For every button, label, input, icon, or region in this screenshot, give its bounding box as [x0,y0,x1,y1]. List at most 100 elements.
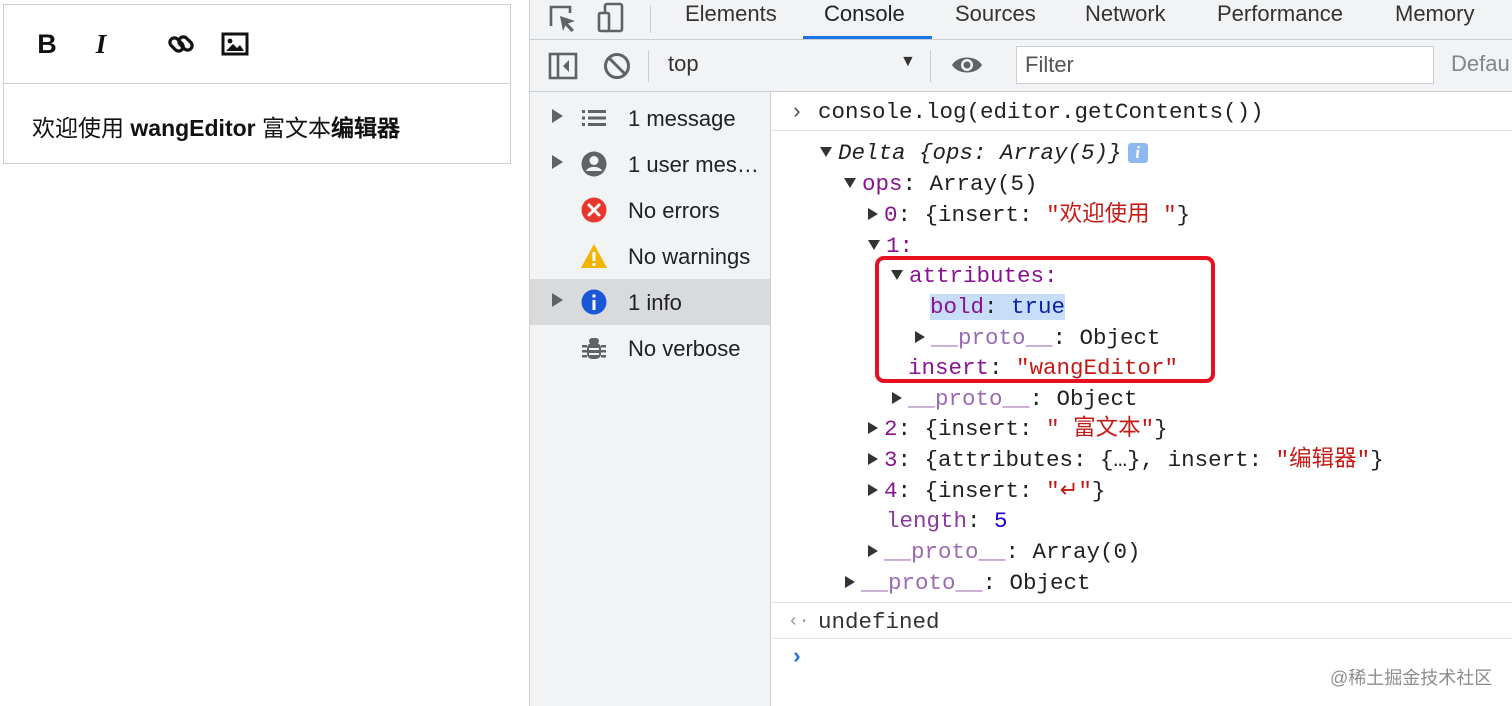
info-icon [581,289,607,315]
sidebar-toggle-icon [548,52,578,80]
expand-triangle-icon[interactable] [892,392,902,404]
inspect-element-button[interactable] [548,4,578,39]
sidebar-item-label: 1 message [628,106,736,131]
error-icon [581,197,607,223]
delta-preview: {ops: Array(5)} [919,140,1122,166]
sidebar-item-messages[interactable]: 1 message [530,95,770,141]
watermark-text: @稀土掘金技术社区 [1330,668,1493,688]
sidebar-item-label: 1 info [628,290,682,315]
op-close: } [1176,202,1191,228]
length-row[interactable]: length: 5 [886,508,1008,534]
console-toolbar: top ▼ Defau [530,40,1512,92]
list-icon [582,110,606,126]
proto-row[interactable]: __proto__: Object [892,386,1138,412]
op-string: " 富文本" [1046,416,1155,442]
bold-button[interactable]: B [30,27,64,61]
warning-icon [581,244,607,268]
expand-caret-icon[interactable] [552,293,563,307]
link-icon [168,35,194,53]
inspect-cursor-icon [549,5,575,32]
context-selector[interactable]: top [668,51,699,77]
tab-elements[interactable]: Elements [685,0,777,40]
tab-memory[interactable]: Memory [1395,0,1474,40]
expand-caret-icon[interactable] [552,109,563,123]
expand-triangle-icon[interactable] [868,484,878,496]
op-row-3[interactable]: 3: {attributes: {…}, insert: "编辑器"} [868,447,1384,473]
content-text-2: 富文本 [255,115,332,141]
length-value: 5 [994,508,1008,534]
expand-triangle-icon[interactable] [868,422,878,434]
content-text-bold-1: wangEditor [130,115,256,141]
console-output: › console.log(editor.getContents()) Delt… [772,92,1512,706]
return-value-icon: ‹· [788,612,810,632]
op-string: "欢迎使用 " [1046,202,1177,228]
devtools-panel: Elements Console Sources Network Perform… [529,0,1512,706]
result-value: undefined [818,609,940,635]
expand-triangle-icon[interactable] [868,208,878,220]
tab-separator [650,5,651,33]
sidebar-item-warnings[interactable]: No warnings [530,233,770,279]
proto-value: Object [1009,570,1091,596]
expand-caret-icon[interactable] [552,155,563,169]
sidebar-item-user-messages[interactable]: 1 user mes… [530,141,770,187]
op-row-0[interactable]: 0: {insert: "欢迎使用 "} [868,202,1190,228]
ops-row[interactable]: ops: Array(5) [844,171,1038,197]
op-row-4[interactable]: 4: {insert: "↵"} [868,478,1105,504]
active-tab-indicator [803,36,932,39]
proto-array-row[interactable]: __proto__: Array(0) [868,539,1141,565]
proto-value: Array(0) [1032,539,1141,565]
info-badge-icon[interactable]: i [1127,143,1148,163]
italic-button[interactable]: I [84,27,118,61]
bold-label: B [37,28,57,59]
clear-console-button[interactable] [602,51,632,86]
image-button[interactable] [218,27,252,61]
delta-object-row[interactable]: Delta {ops: Array(5)} i [820,140,1148,166]
collapse-triangle-icon[interactable] [844,178,856,188]
op-preview: {insert: [924,478,1047,504]
editor-toolbar: B I [4,5,510,84]
sidebar-item-verbose[interactable]: No verbose [530,325,770,371]
expand-triangle-icon[interactable] [868,545,878,557]
op-index: 3 [884,447,898,473]
collapse-triangle-icon[interactable] [820,147,832,157]
toolbar-separator [930,50,931,82]
op-row-2[interactable]: 2: {insert: " 富文本"} [868,416,1168,442]
tab-sources[interactable]: Sources [955,0,1036,40]
console-prompt-icon[interactable]: › [790,644,804,670]
device-toolbar-button[interactable] [596,2,626,39]
live-expression-button[interactable] [950,52,984,83]
op-preview: {insert: [924,202,1047,228]
delta-class-name: Delta [838,140,906,166]
content-text-bold-2: 编辑器 [331,115,401,141]
tab-performance[interactable]: Performance [1217,0,1343,40]
dropdown-arrow-icon[interactable]: ▼ [900,53,916,71]
proto-value: Object [1056,386,1138,412]
proto-object-row[interactable]: __proto__: Object [845,570,1091,596]
expand-triangle-icon[interactable] [868,453,878,465]
console-sidebar: 1 message 1 user mes… No errors No warni… [530,92,771,706]
italic-label: I [95,28,107,59]
input-prompt-icon: › [790,99,804,125]
link-button[interactable] [164,27,198,61]
filter-input[interactable] [1016,46,1434,84]
proto-key: __proto__ [884,539,1006,565]
highlight-annotation-box [875,256,1215,383]
expand-triangle-icon[interactable] [845,576,855,588]
row-divider [772,638,1512,639]
op-preview: {attributes: {…}, insert: [924,447,1276,473]
op-close: } [1154,416,1168,442]
show-sidebar-button[interactable] [548,52,578,85]
sidebar-item-errors[interactable]: No errors [530,187,770,233]
editor-content[interactable]: 欢迎使用 wangEditor 富文本编辑器 [32,109,400,143]
op-string: "编辑器" [1275,447,1371,473]
proto-key: __proto__ [908,386,1030,412]
bug-icon [582,338,606,359]
log-levels-dropdown[interactable]: Defau [1451,51,1510,77]
op-close: } [1091,478,1106,504]
collapse-triangle-icon[interactable] [868,240,880,250]
tab-network[interactable]: Network [1085,0,1166,40]
tab-console[interactable]: Console [824,0,905,40]
console-command[interactable]: console.log(editor.getContents()) [818,99,1264,125]
op-close: } [1370,447,1384,473]
sidebar-item-info[interactable]: 1 info [530,279,770,325]
